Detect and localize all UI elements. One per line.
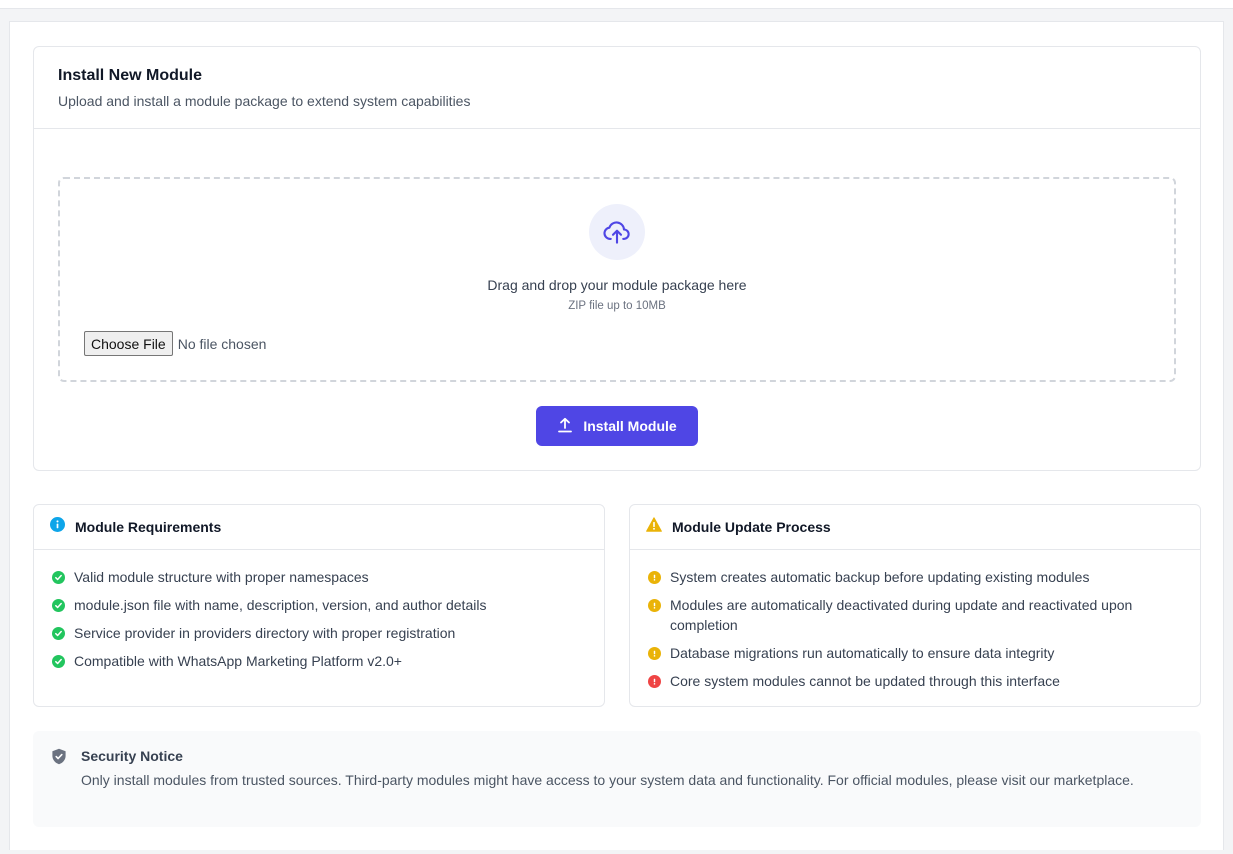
requirements-list: Valid module structure with proper names… — [34, 550, 604, 671]
install-module-button[interactable]: Install Module — [536, 406, 698, 446]
check-circle-icon — [52, 570, 65, 584]
check-circle-icon — [52, 654, 65, 668]
security-title: Security Notice — [81, 748, 183, 764]
dropzone-hint: ZIP file up to 10MB — [568, 300, 666, 312]
list-item: Modules are automatically deactivated du… — [648, 595, 1182, 635]
requirements-header: Module Requirements — [34, 505, 604, 550]
check-circle-icon — [52, 626, 65, 640]
list-item: Database migrations run automatically to… — [648, 643, 1182, 663]
list-item: Service provider in providers directory … — [52, 623, 586, 643]
update-step-text: Modules are automatically deactivated du… — [670, 597, 1133, 633]
requirement-text: Compatible with WhatsApp Marketing Platf… — [74, 653, 402, 669]
update-step-text: Core system modules cannot be updated th… — [670, 673, 1060, 689]
install-card-subtitle: Upload and install a module package to e… — [58, 93, 471, 109]
exclamation-circle-icon — [648, 598, 661, 612]
main-panel: Install New Module Upload and install a … — [9, 21, 1224, 850]
requirement-text: Service provider in providers directory … — [74, 625, 456, 641]
warning-triangle-icon — [646, 517, 662, 537]
update-title: Module Update Process — [672, 519, 831, 535]
requirement-text: Valid module structure with proper names… — [74, 569, 369, 585]
module-requirements-card: Module Requirements Valid module structu… — [33, 504, 605, 707]
requirements-title: Module Requirements — [75, 519, 222, 535]
security-notice: Security Notice Only install modules fro… — [33, 731, 1201, 827]
file-dropzone[interactable]: Drag and drop your module package here Z… — [58, 177, 1176, 382]
shield-check-icon — [51, 748, 67, 827]
file-input[interactable]: Choose File No file chosen — [84, 331, 266, 356]
error-circle-icon — [648, 674, 661, 688]
dropzone-title: Drag and drop your module package here — [487, 277, 747, 293]
update-list: System creates automatic backup before u… — [630, 550, 1200, 691]
update-step-text: Database migrations run automatically to… — [670, 645, 1055, 661]
cloud-upload-icon — [589, 204, 645, 260]
list-item: Valid module structure with proper names… — [52, 567, 586, 587]
top-bar — [0, 0, 1233, 9]
requirement-text: module.json file with name, description,… — [74, 597, 487, 613]
file-status-text: No file chosen — [177, 335, 267, 352]
check-circle-icon — [52, 598, 65, 612]
exclamation-circle-icon — [648, 570, 661, 584]
security-text: Only install modules from trusted source… — [81, 772, 1134, 788]
update-header: Module Update Process — [630, 505, 1200, 550]
update-step-text: System creates automatic backup before u… — [670, 569, 1090, 585]
list-item: Core system modules cannot be updated th… — [648, 671, 1182, 691]
install-module-card: Install New Module Upload and install a … — [33, 46, 1201, 471]
list-item: module.json file with name, description,… — [52, 595, 586, 615]
upload-arrow-icon — [557, 417, 573, 436]
list-item: System creates automatic backup before u… — [648, 567, 1182, 587]
info-circle-icon — [50, 517, 65, 537]
install-card-header: Install New Module Upload and install a … — [34, 47, 1200, 129]
install-button-label: Install Module — [583, 418, 677, 434]
install-card-title: Install New Module — [58, 67, 203, 84]
exclamation-circle-icon — [648, 646, 661, 660]
module-update-card: Module Update Process System creates aut… — [629, 504, 1201, 707]
choose-file-button[interactable]: Choose File — [84, 331, 173, 356]
list-item: Compatible with WhatsApp Marketing Platf… — [52, 651, 586, 671]
